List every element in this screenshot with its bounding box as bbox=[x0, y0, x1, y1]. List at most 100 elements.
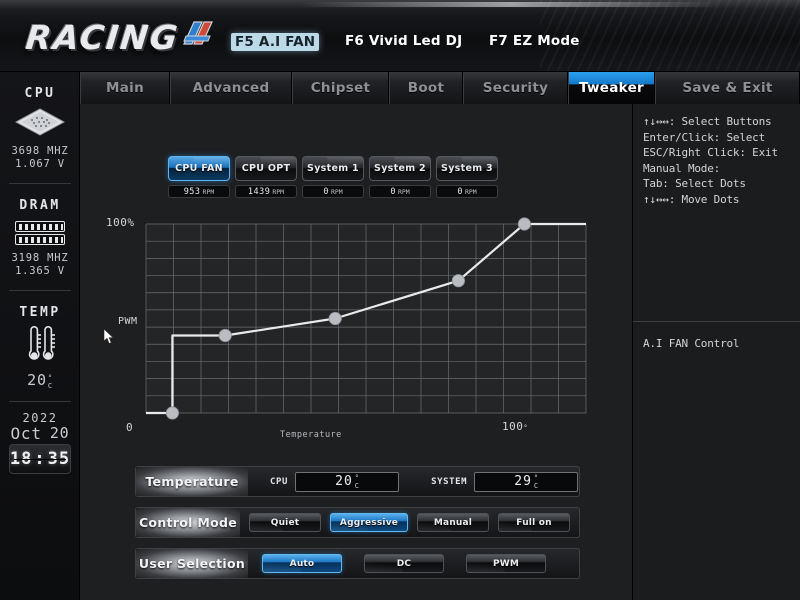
fkey-shortcut-2[interactable]: F6 Vivid Led DJ bbox=[345, 33, 462, 49]
fan-rpm-value: 1439 bbox=[247, 186, 271, 197]
temperature-field-label: CPU bbox=[270, 476, 289, 487]
dram-module-icon-2 bbox=[15, 234, 65, 245]
control-mode-option-label: Quiet bbox=[270, 517, 300, 528]
tab-main[interactable]: Main bbox=[80, 72, 170, 104]
fan-control-panel: CPU FAN 953 RPM CPU OPT 1439 RPM System 1 0 RPM S… bbox=[80, 104, 632, 600]
control-mode-option-quiet[interactable]: Quiet bbox=[249, 513, 321, 532]
fkey-shortcut-1[interactable]: F5 A.I FAN bbox=[231, 33, 320, 51]
y-axis-mid-label: PWM bbox=[118, 316, 138, 327]
fan-rpm-unit: RPM bbox=[330, 187, 343, 196]
sidebar-clock: 18 : 35 bbox=[9, 444, 71, 474]
y-axis-max-label: 100% bbox=[106, 216, 135, 229]
fan-slot-2: CPU OPT 1439 RPM bbox=[235, 156, 297, 198]
fan-button-system-1[interactable]: System 1 bbox=[302, 156, 364, 181]
thermometer-icon bbox=[28, 326, 55, 360]
control-mode-row-label: Control Mode bbox=[136, 508, 240, 537]
sidebar-cpu-voltage: 1.067 V bbox=[15, 158, 65, 170]
sidebar-dram-frequency: 3198 MHZ bbox=[11, 252, 69, 264]
fan-rpm-unit: RPM bbox=[464, 187, 477, 196]
fan-curve-plot[interactable] bbox=[80, 212, 632, 454]
fan-rpm-readout-4: 0 RPM bbox=[369, 185, 431, 198]
cpu-chip-icon bbox=[14, 108, 66, 136]
fan-rpm-readout-1: 953 RPM bbox=[168, 185, 230, 198]
system-info-sidebar: CPU 3698 MHZ 1.067 V DRAM 3198 MHZ 1.365… bbox=[0, 72, 80, 600]
x-axis-title: Temperature bbox=[280, 430, 342, 440]
help-section: A.I FAN Control bbox=[633, 322, 800, 366]
sidebar-month: Oct bbox=[10, 424, 42, 443]
user-selection-row-label: User Selection bbox=[136, 549, 248, 578]
tab-save-exit[interactable]: Save & Exit bbox=[655, 72, 800, 104]
user-selection-row: User Selection Auto DC PWM bbox=[135, 548, 580, 579]
sidebar-temp-block: TEMP 20 ° C bbox=[0, 291, 80, 390]
racing-logo-x-icon bbox=[183, 21, 213, 45]
fan-button-cpu-opt[interactable]: CPU OPT bbox=[235, 156, 297, 181]
sidebar-cpu-block: CPU 3698 MHZ 1.067 V bbox=[0, 72, 80, 171]
fan-slot-1: CPU FAN 953 RPM bbox=[168, 156, 230, 198]
fan-selector-row[interactable]: CPU FAN 953 RPM CPU OPT 1439 RPM System 1 0 RPM S… bbox=[168, 156, 498, 198]
user-selection-option-label: Auto bbox=[289, 558, 315, 569]
fan-rpm-value: 0 bbox=[390, 186, 396, 197]
help-section-title: A.I FAN Control bbox=[643, 337, 740, 350]
fkey-shortcut-3[interactable]: F7 EZ Mode bbox=[489, 33, 580, 49]
y-axis-min-label: 0 bbox=[126, 421, 134, 434]
clock-hour: 18 bbox=[9, 449, 33, 469]
control-mode-option-manual[interactable]: Manual bbox=[417, 513, 489, 532]
temperature-row-label: Temperature bbox=[136, 467, 248, 496]
tab-chipset[interactable]: Chipset bbox=[292, 72, 389, 104]
fan-button-system-3[interactable]: System 3 bbox=[436, 156, 498, 181]
tab-security[interactable]: Security bbox=[463, 72, 568, 104]
user-selection-option-auto[interactable]: Auto bbox=[262, 554, 342, 573]
temperature-fields: CPU 20 ° C SYSTEM 29 ° C bbox=[248, 467, 579, 496]
fan-button-label: System 2 bbox=[374, 163, 426, 174]
help-line-5: Tab: Select Dots bbox=[643, 177, 746, 190]
tab-tweaker[interactable]: Tweaker bbox=[568, 72, 655, 104]
tab-advanced[interactable]: Advanced bbox=[170, 72, 292, 104]
fan-rpm-unit: RPM bbox=[397, 187, 410, 196]
sidebar-dram-block: DRAM 3198 MHZ 1.365 V bbox=[0, 184, 80, 278]
fan-button-label: CPU FAN bbox=[175, 163, 223, 174]
curve-control-dot-4[interactable] bbox=[451, 274, 465, 288]
control-mode-row: Control Mode Quiet Aggressive Manual Full o… bbox=[135, 507, 580, 538]
clock-minute: 35 bbox=[47, 449, 71, 469]
fan-slot-5: System 3 0 RPM bbox=[436, 156, 498, 198]
fan-rpm-value: 953 bbox=[183, 186, 201, 197]
tab-boot[interactable]: Boot bbox=[389, 72, 463, 104]
fan-rpm-unit: RPM bbox=[272, 187, 285, 196]
sidebar-temp-value: 20 bbox=[27, 371, 47, 389]
header-bar: RACING F5 A.I FAN F6 Vivid Led DJ F7 EZ Mo… bbox=[0, 0, 800, 72]
fan-rpm-readout-3: 0 RPM bbox=[302, 185, 364, 198]
fan-button-cpu-fan[interactable]: CPU FAN bbox=[168, 156, 230, 181]
dram-module-icon-1 bbox=[15, 221, 65, 232]
help-line-4: Manual Mode: bbox=[643, 161, 721, 175]
help-line-3: ESC/Right Click: Exit bbox=[643, 146, 778, 159]
curve-control-dot-3[interactable] bbox=[328, 311, 342, 326]
sidebar-cpu-title: CPU bbox=[24, 86, 56, 101]
control-mode-option-label: Full on bbox=[516, 517, 552, 528]
user-selection-options[interactable]: Auto DC PWM bbox=[248, 549, 579, 578]
main-tab-bar[interactable]: Main Advanced Chipset Boot Security Tweaker Sa… bbox=[80, 72, 800, 104]
curve-control-dot-1[interactable] bbox=[165, 406, 180, 420]
bios-screen: RACING F5 A.I FAN F6 Vivid Led DJ F7 EZ Mo… bbox=[0, 0, 800, 600]
user-selection-option-label: DC bbox=[396, 558, 412, 569]
fan-rpm-readout-2: 1439 RPM bbox=[235, 185, 297, 198]
control-mode-option-label: Manual bbox=[433, 517, 473, 528]
temperature-unit: ° C bbox=[533, 473, 539, 490]
control-mode-option-aggressive[interactable]: Aggressive bbox=[330, 513, 408, 532]
user-selection-option-dc[interactable]: DC bbox=[364, 554, 444, 573]
fan-rpm-value: 0 bbox=[323, 186, 329, 197]
help-keybindings: ↑↓↔↔: Select Buttons Enter/Click: Select E… bbox=[633, 104, 800, 322]
temperature-field-label: SYSTEM bbox=[431, 476, 468, 487]
fan-button-system-2[interactable]: System 2 bbox=[369, 156, 431, 181]
user-selection-option-pwm[interactable]: PWM bbox=[466, 554, 546, 573]
clock-colon: : bbox=[34, 449, 46, 469]
fan-curve-graph[interactable]: 100% PWM 0 Temperature 100° bbox=[80, 212, 632, 454]
racing-logo: RACING bbox=[23, 18, 182, 57]
control-mode-options[interactable]: Quiet Aggressive Manual Full on bbox=[240, 508, 579, 537]
curve-control-dot-5[interactable] bbox=[517, 217, 531, 231]
help-line-6: ↑↓↔↔: Move Dots bbox=[643, 192, 740, 206]
help-line-1: ↑↓↔↔: Select Buttons bbox=[643, 115, 772, 128]
fan-button-label: CPU OPT bbox=[241, 163, 291, 174]
temperature-unit: ° C bbox=[354, 473, 359, 490]
control-mode-option-full-on[interactable]: Full on bbox=[498, 513, 570, 532]
curve-control-dot-2[interactable] bbox=[218, 328, 232, 343]
